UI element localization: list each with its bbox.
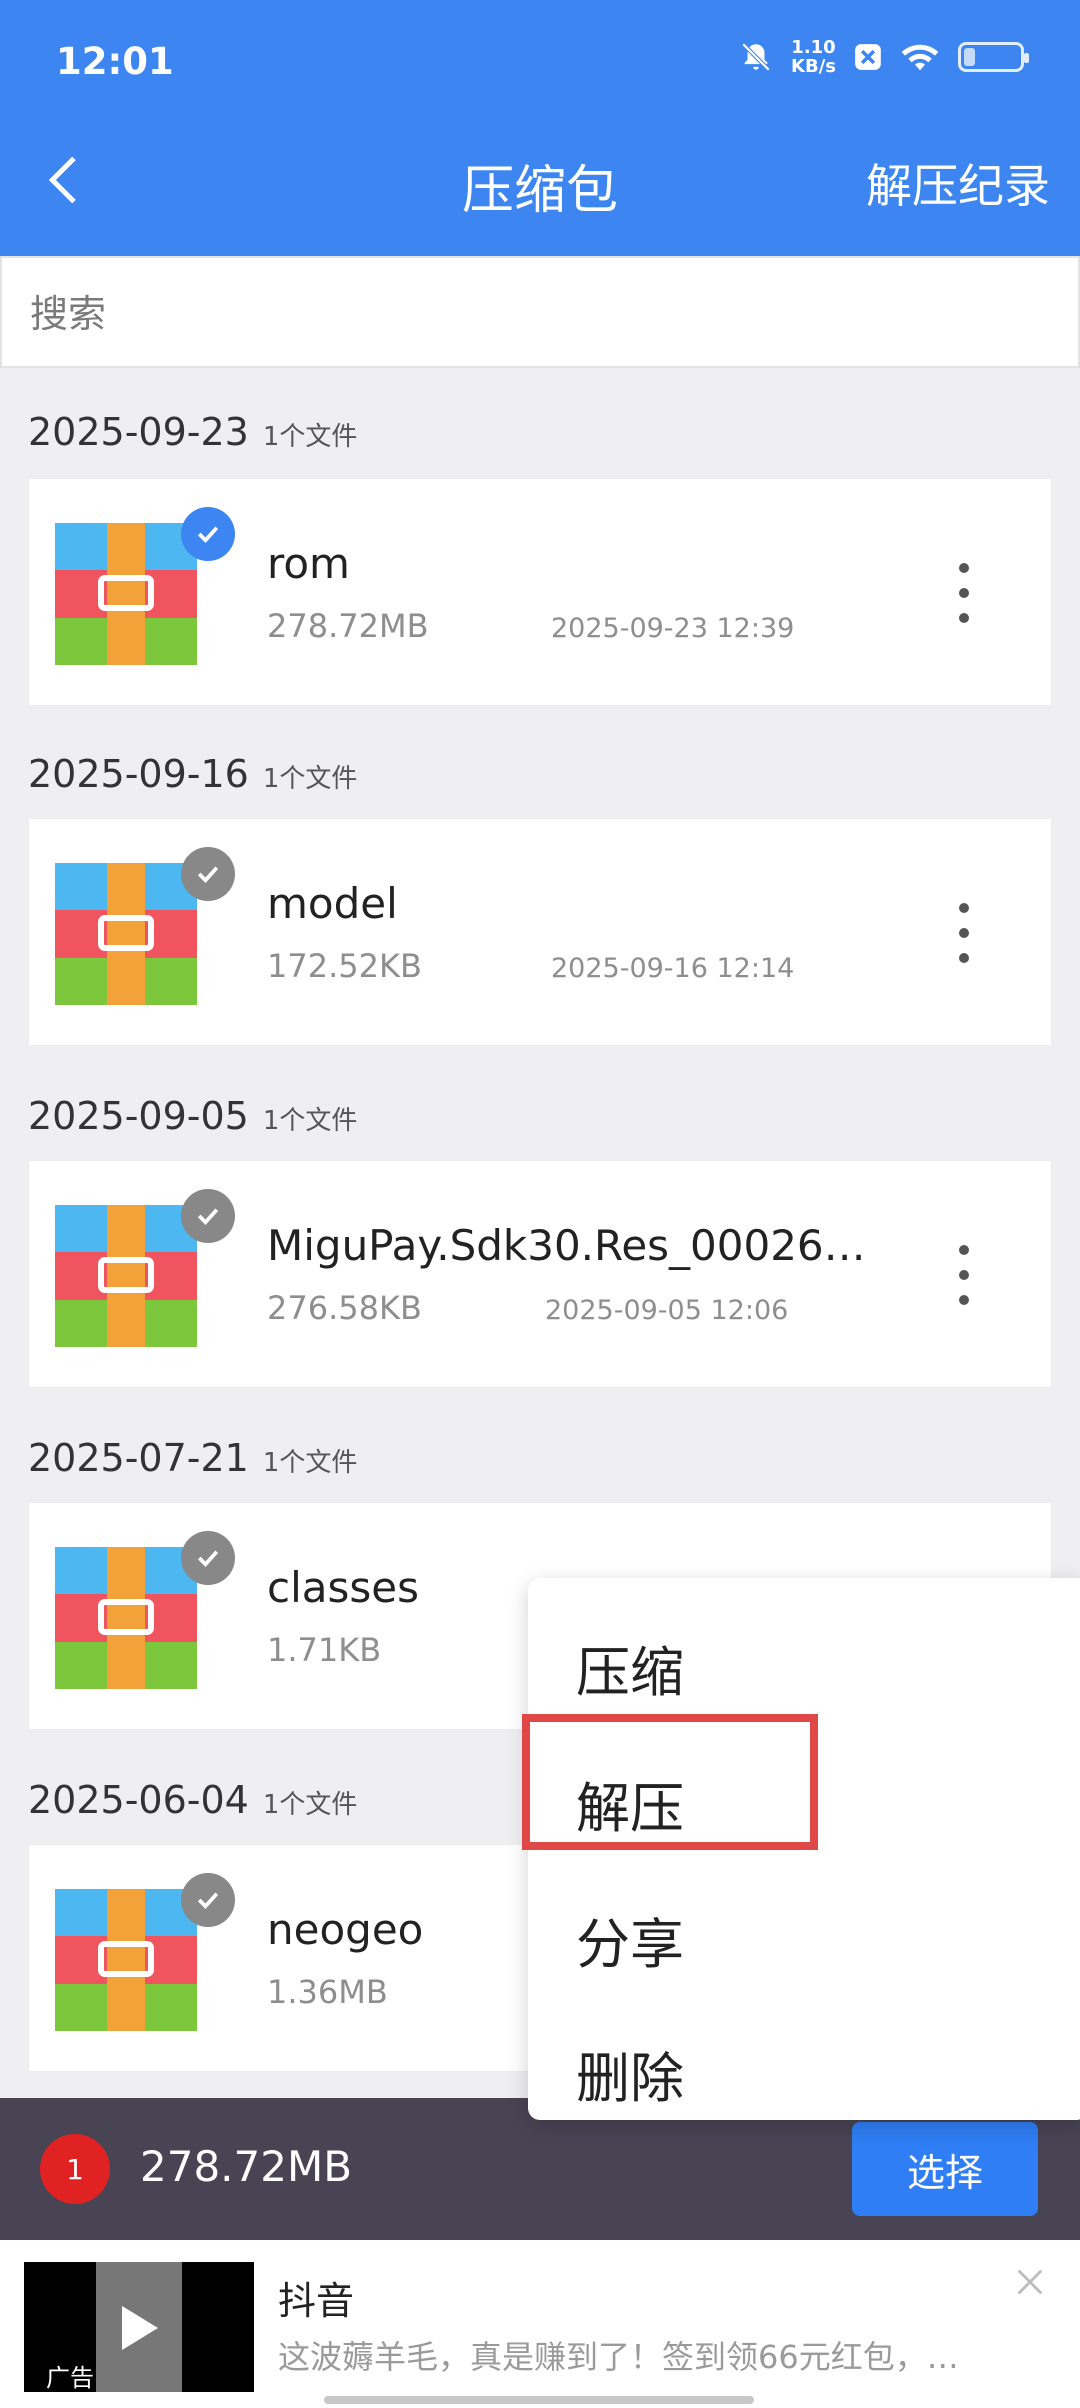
- bell-off-icon: [741, 42, 771, 72]
- menu-item-delete[interactable]: 删除: [576, 2034, 684, 2113]
- selection-checkbox[interactable]: [181, 1873, 235, 1927]
- group-header: 2025-09-16 1个文件: [28, 752, 357, 812]
- checkmark-icon: [197, 1892, 219, 1909]
- group-count: 1个文件: [262, 422, 358, 452]
- status-time: 12:01: [56, 40, 174, 83]
- selection-checkbox[interactable]: [181, 1189, 235, 1243]
- selected-total-size: 278.72MB: [140, 2142, 353, 2191]
- group-count: 1个文件: [262, 1448, 358, 1478]
- search-input[interactable]: [30, 286, 930, 342]
- ad-label: 广告: [46, 2364, 94, 2392]
- app-header: 12:01 1.10 KB/s 压缩包 解压纪录: [0, 0, 1080, 256]
- file-size: 1.71KB: [267, 1631, 382, 1669]
- group-count: 1个文件: [262, 764, 358, 794]
- screen: 12:01 1.10 KB/s 压缩包 解压纪录 搜索 2025-09-23 1…: [0, 0, 1080, 2408]
- home-indicator[interactable]: [324, 2396, 754, 2404]
- ad-thumbnail[interactable]: 广告: [24, 2262, 254, 2392]
- ad-description: 这波薅羊毛，真是赚到了！签到领66元红包，…: [278, 2338, 959, 2376]
- selected-count-badge: 1: [40, 2134, 110, 2204]
- net-speed-unit: KB/s: [791, 56, 836, 77]
- highlight-box: [522, 1714, 818, 1850]
- ad-close-button[interactable]: [1010, 2262, 1050, 2302]
- battery-icon: [958, 42, 1029, 72]
- file-name: rom: [267, 539, 350, 588]
- file-date: 2025-09-23 12:39: [551, 613, 795, 644]
- group-header: 2025-09-23 1个文件: [28, 410, 357, 470]
- checkmark-icon: [197, 1208, 219, 1225]
- file-size: 172.52KB: [267, 947, 422, 985]
- x-notification-icon: [855, 44, 881, 70]
- group-date: 2025-06-04: [28, 1778, 249, 1822]
- group-date: 2025-07-21: [28, 1436, 249, 1480]
- play-icon: [122, 2306, 158, 2350]
- group-date: 2025-09-16: [28, 752, 249, 796]
- menu-item-compress[interactable]: 压缩: [576, 1628, 684, 1707]
- archive-file-icon: [55, 1205, 197, 1347]
- checkmark-icon: [197, 866, 219, 883]
- file-item-model[interactable]: model 172.52KB 2025-09-16 12:14: [28, 818, 1052, 1046]
- file-item-rom[interactable]: rom 278.72MB 2025-09-23 12:39: [28, 478, 1052, 706]
- group-header: 2025-09-05 1个文件: [28, 1094, 357, 1154]
- more-options-button[interactable]: [949, 903, 979, 963]
- more-options-button[interactable]: [949, 563, 979, 623]
- net-speed: 1.10 KB/s: [791, 38, 836, 76]
- selection-checkbox[interactable]: [181, 507, 235, 561]
- file-date: 2025-09-05 12:06: [545, 1295, 789, 1326]
- checkmark-icon: [197, 1550, 219, 1567]
- file-name: model: [267, 879, 398, 928]
- file-name: MiguPay.Sdk30.Res_0002601…: [267, 1221, 867, 1270]
- file-name: classes: [267, 1563, 419, 1612]
- ad-banner[interactable]: 广告 抖音 这波薅羊毛，真是赚到了！签到领66元红包，…: [0, 2240, 1080, 2408]
- file-size: 278.72MB: [267, 607, 429, 645]
- search-bar: [0, 256, 1080, 368]
- more-options-button[interactable]: [949, 1245, 979, 1305]
- wifi-icon: [901, 44, 939, 71]
- selection-checkbox[interactable]: [181, 1531, 235, 1585]
- select-button[interactable]: 选择: [852, 2122, 1038, 2216]
- file-item-migupay[interactable]: MiguPay.Sdk30.Res_0002601… 276.58KB 2025…: [28, 1160, 1052, 1388]
- close-icon: [1017, 2269, 1043, 2295]
- file-name: neogeo: [267, 1905, 424, 1954]
- extract-history-button[interactable]: 解压纪录: [866, 150, 1050, 216]
- battery-level: [964, 48, 975, 66]
- archive-file-icon: [55, 523, 197, 665]
- selection-checkbox[interactable]: [181, 847, 235, 901]
- file-size: 1.36MB: [267, 1973, 388, 2011]
- checkmark-icon: [197, 526, 219, 543]
- archive-file-icon: [55, 1889, 197, 2031]
- ad-title: 抖音: [278, 2279, 355, 2323]
- group-date: 2025-09-23: [28, 410, 249, 454]
- file-size: 276.58KB: [267, 1289, 422, 1327]
- group-date: 2025-09-05: [28, 1094, 249, 1138]
- group-count: 1个文件: [262, 1106, 358, 1136]
- menu-item-share[interactable]: 分享: [576, 1900, 684, 1979]
- archive-file-icon: [55, 1547, 197, 1689]
- file-date: 2025-09-16 12:14: [551, 953, 795, 984]
- group-count: 1个文件: [262, 1790, 358, 1820]
- group-header: 2025-06-04 1个文件: [28, 1778, 357, 1838]
- archive-file-icon: [55, 863, 197, 1005]
- group-header: 2025-07-21 1个文件: [28, 1436, 357, 1496]
- status-icons: 1.10 KB/s: [739, 38, 1029, 76]
- net-speed-value: 1.10: [791, 37, 836, 58]
